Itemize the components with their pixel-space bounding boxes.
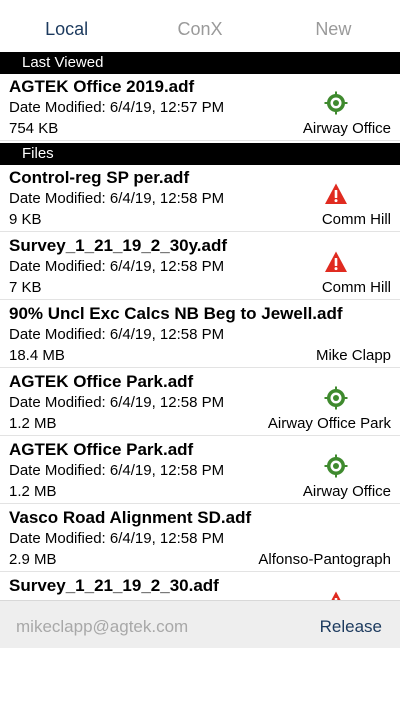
file-name: AGTEK Office Park.adf	[9, 440, 194, 459]
file-size: 7 KB	[9, 279, 42, 296]
target-icon	[324, 91, 348, 115]
file-project: Airway Office Park	[267, 415, 391, 432]
section-header-files: Files	[0, 143, 400, 165]
file-size: 754 KB	[9, 120, 59, 137]
account-email: mikeclapp@agtek.com	[16, 617, 189, 636]
file-row[interactable]: AGTEK Office 2019.adf Date Modified: 6/4/…	[0, 74, 400, 141]
release-button[interactable]: Release	[320, 617, 382, 637]
file-project: Alfonso-Pantograph	[258, 551, 391, 568]
file-row[interactable]: Vasco Road Alignment SD.adf Date Modified…	[0, 505, 400, 572]
file-project: Comm Hill	[321, 211, 391, 228]
file-name: Survey_1_21_19_2_30y.adf	[9, 236, 228, 255]
section-header-last-viewed: Last Viewed	[0, 52, 400, 74]
file-row[interactable]: Control-reg SP per.adf Date Modified: 6/4…	[0, 165, 400, 232]
file-project: Airway Office	[302, 120, 391, 137]
tab-bar: Local ConX New	[0, 0, 400, 52]
file-date-modified: Date Modified: 6/4/19, 12:58 PM	[9, 462, 225, 479]
target-icon	[324, 386, 348, 410]
file-name: Control-reg SP per.adf	[9, 168, 190, 187]
file-row[interactable]: 90% Uncl Exc Calcs NB Beg to Jewell.adf D…	[0, 301, 400, 368]
file-size: 9 KB	[9, 211, 42, 228]
file-name: 90% Uncl Exc Calcs NB Beg to Jewell.adf	[9, 304, 343, 323]
file-size: 1.2 MB	[9, 415, 57, 432]
file-row[interactable]: AGTEK Office Park.adf Date Modified: 6/4/…	[0, 437, 400, 504]
tab-conx[interactable]: ConX	[133, 0, 266, 52]
file-project: Airway Office	[302, 483, 391, 500]
warning-icon	[324, 250, 348, 274]
file-row[interactable]: Survey_1_21_19_2_30y.adf Date Modified: 6…	[0, 233, 400, 300]
file-date-modified: Date Modified: 6/4/19, 12:58 PM	[9, 530, 225, 547]
file-size: 18.4 MB	[9, 347, 65, 364]
file-date-modified: Date Modified: 6/4/19, 12:58 PM	[9, 326, 225, 343]
footer-bar: mikeclapp@agtek.com Release	[0, 600, 400, 648]
file-date-modified: Date Modified: 6/4/19, 12:58 PM	[9, 258, 225, 275]
file-project: Mike Clapp	[315, 347, 391, 364]
tab-new[interactable]: New	[267, 0, 400, 52]
target-icon	[324, 454, 348, 478]
file-name: Vasco Road Alignment SD.adf	[9, 508, 252, 527]
file-name: AGTEK Office 2019.adf	[9, 77, 195, 96]
file-project: Comm Hill	[321, 279, 391, 296]
file-date-modified: Date Modified: 6/4/19, 12:58 PM	[9, 190, 225, 207]
tab-local[interactable]: Local	[0, 0, 133, 52]
file-size: 2.9 MB	[9, 551, 57, 568]
file-name: Survey_1_21_19_2_30.adf	[9, 576, 219, 595]
file-date-modified: Date Modified: 6/4/19, 12:58 PM	[9, 394, 225, 411]
file-date-modified: Date Modified: 6/4/19, 12:57 PM	[9, 99, 225, 116]
warning-icon	[324, 182, 348, 206]
file-size: 1.2 MB	[9, 483, 57, 500]
file-row[interactable]: AGTEK Office Park.adf Date Modified: 6/4/…	[0, 369, 400, 436]
file-name: AGTEK Office Park.adf	[9, 372, 194, 391]
